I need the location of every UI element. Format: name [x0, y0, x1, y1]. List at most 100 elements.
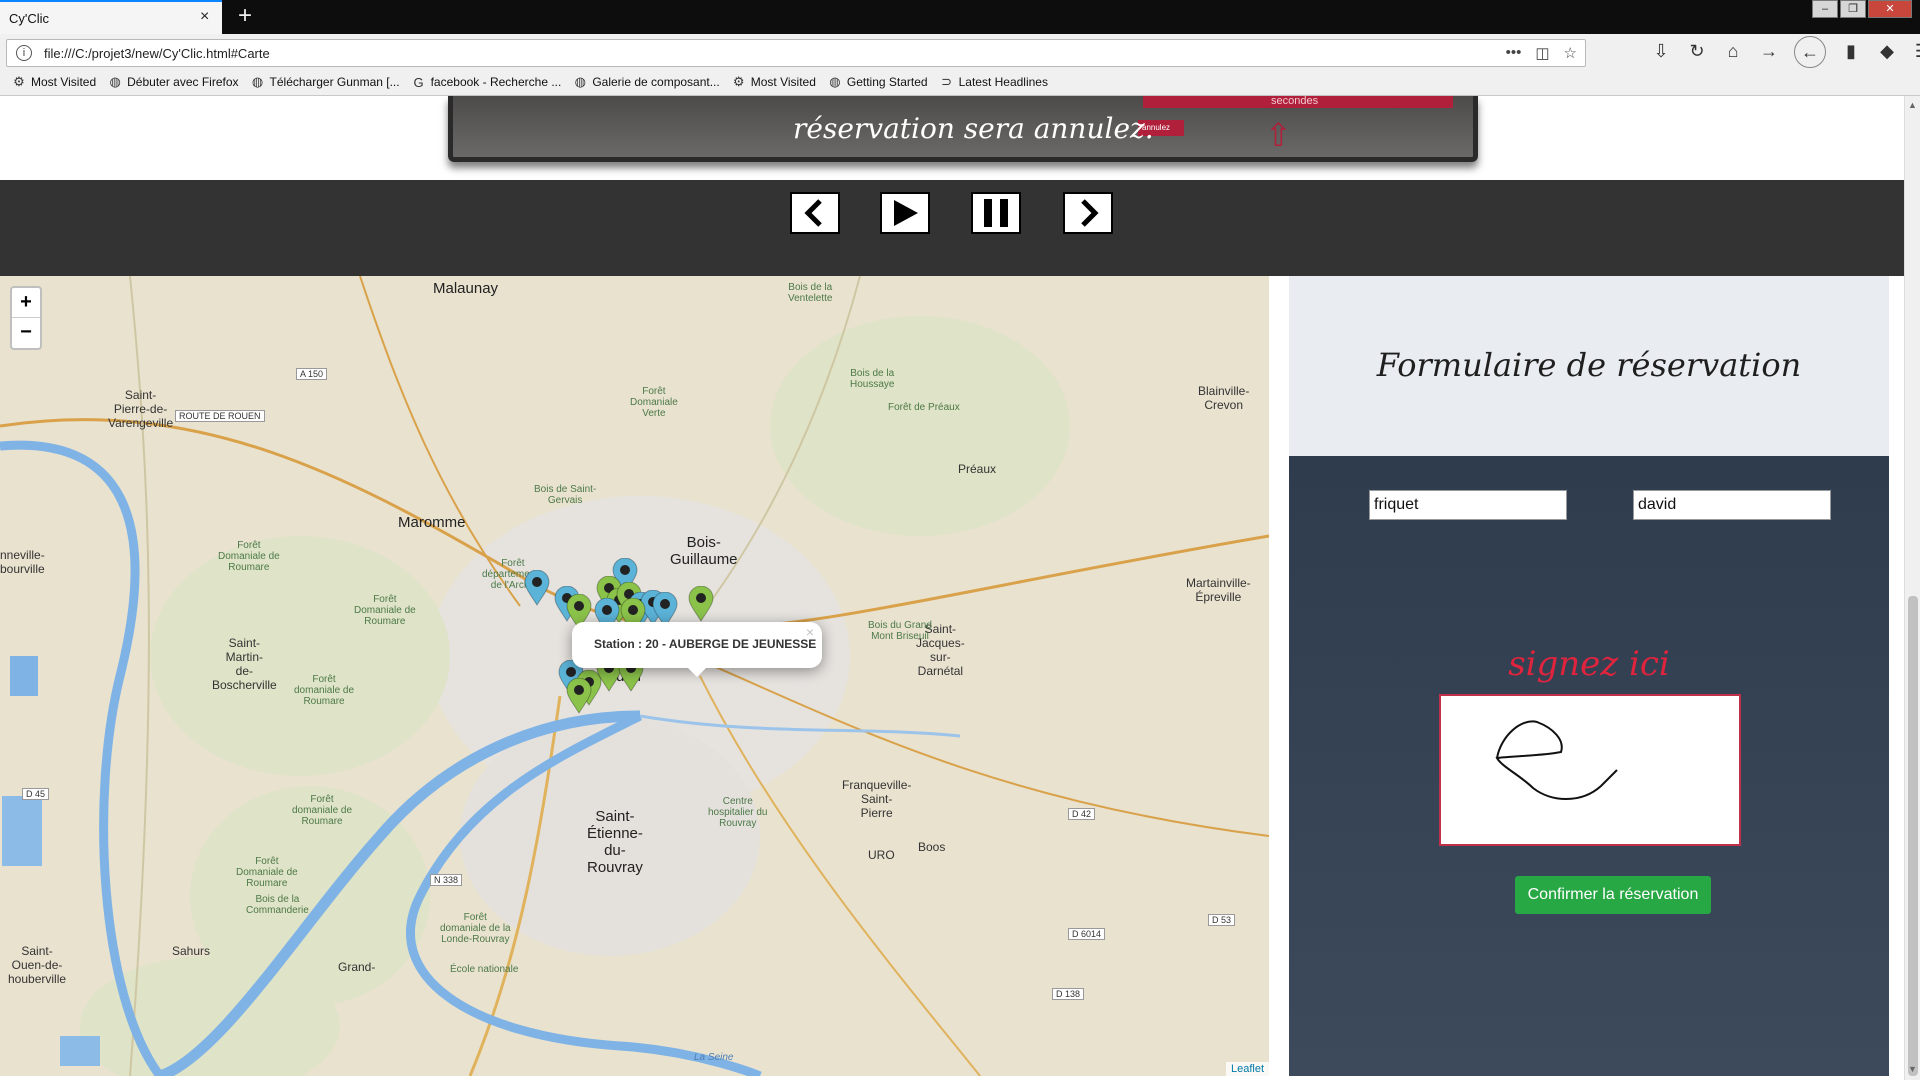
- globe-icon: ◍: [251, 74, 264, 89]
- restore-icon[interactable]: ❐: [1840, 0, 1866, 18]
- play-button[interactable]: [880, 192, 930, 234]
- extension-icon[interactable]: ▮: [1840, 41, 1862, 68]
- signature-label: signez ici: [1508, 644, 1670, 684]
- pocket-icon[interactable]: ◫: [1535, 44, 1549, 62]
- slideshow-controls: [0, 180, 1904, 276]
- navigation-bar: i file:///C:/projet3/new/Cy'Clic.html#Ca…: [0, 36, 1920, 70]
- page-actions-menu-icon[interactable]: •••: [1506, 44, 1522, 62]
- globe-icon: ◍: [574, 74, 586, 89]
- bookmark-item[interactable]: ◍ Galerie de composant...: [573, 74, 720, 90]
- reload-icon[interactable]: ↻: [1686, 41, 1708, 68]
- tab-title: Cy'Clic: [9, 11, 50, 26]
- pause-button[interactable]: [971, 192, 1021, 234]
- leaflet-attribution[interactable]: Leaflet: [1225, 1062, 1269, 1076]
- bookmark-label: Most Visited: [31, 75, 97, 89]
- bookmark-item[interactable]: ⊃ Latest Headlines: [940, 74, 1048, 90]
- scroll-thumb[interactable]: [1908, 596, 1918, 1076]
- road-label: D 6014: [1068, 928, 1106, 940]
- station-map[interactable]: + − Malaunay Maromme Bois- Guillaume Préaux…: [0, 276, 1269, 1076]
- url-bar[interactable]: i file:///C:/projet3/new/Cy'Clic.html#Ca…: [6, 39, 1586, 67]
- bookmark-star-icon[interactable]: ☆: [1564, 44, 1577, 62]
- station-marker-icon[interactable]: [566, 677, 592, 714]
- scroll-down-icon[interactable]: ▼: [1908, 1064, 1917, 1074]
- form-body: signez ici Confirmer la réservation: [1289, 456, 1889, 1076]
- back-icon[interactable]: ←: [1794, 36, 1826, 68]
- reservation-form: Formulaire de réservation signez ici Con…: [1269, 276, 1904, 1076]
- page-scrollbar[interactable]: ▲ ▼: [1904, 96, 1920, 1080]
- next-slide-button[interactable]: [1063, 192, 1113, 234]
- map-place-label: Sahurs: [172, 944, 211, 958]
- form-header: Formulaire de réservation: [1289, 276, 1889, 456]
- bookmark-item[interactable]: ⚙ Most Visited: [732, 74, 816, 90]
- bookmark-item[interactable]: ◍ Télécharger Gunman [...: [251, 74, 400, 90]
- map-place-label: Saint- Ouen-de- houberville: [8, 944, 67, 986]
- bookmark-item[interactable]: Gfacebook - Recherche ...: [412, 74, 562, 90]
- road-label: D 42: [1068, 808, 1096, 820]
- map-place-label: Blainville- Crevon: [1198, 384, 1250, 412]
- bookmark-label: Débuter avec Firefox: [127, 75, 239, 89]
- map-place-label: Martainville- Épreville: [1186, 576, 1251, 604]
- station-marker-icon[interactable]: [688, 585, 714, 622]
- bookmark-item[interactable]: ⚙ Most Visited: [12, 74, 96, 90]
- shield-icon[interactable]: ◆: [1876, 41, 1898, 68]
- map-place-label: Bois- Guillaume: [670, 534, 738, 568]
- info-icon[interactable]: i: [16, 45, 32, 61]
- map-place-label: Forêt domaniale de Roumare: [292, 794, 353, 827]
- map-place-label: Bois de la Ventelette: [788, 282, 833, 304]
- chevron-right-icon: [1081, 199, 1099, 227]
- road-label: N 338: [430, 874, 463, 886]
- station-popup: Station : 20 - AUBERGE DE JEUNESSE ×: [572, 622, 822, 677]
- url-actions: ••• ◫ ☆: [1506, 44, 1577, 62]
- minimize-icon[interactable]: –: [1812, 0, 1838, 18]
- gear-icon: ⚙: [732, 74, 745, 89]
- slide-warning-text: secondes: [1271, 96, 1319, 107]
- map-place-label: URO: [868, 848, 895, 862]
- map-place-label: Forêt domaniale de la Londe-Rouvray: [440, 912, 511, 945]
- map-place-label: Boos: [918, 840, 946, 854]
- toolbar-icons: ⇩ ↻ ⌂ → ← ▮ ◆ ☰: [1650, 36, 1920, 68]
- close-window-icon[interactable]: ✕: [1868, 0, 1912, 18]
- map-place-label: Centre hospitalier du Rouvray: [708, 796, 768, 829]
- library-icon[interactable]: ⇩: [1650, 41, 1672, 68]
- station-marker-icon[interactable]: [524, 569, 550, 606]
- bookmark-label: Getting Started: [846, 75, 928, 89]
- forward-icon[interactable]: →: [1758, 41, 1780, 68]
- map-place-label: Saint- Étienne- du- Rouvray: [587, 808, 643, 876]
- last-name-field[interactable]: [1369, 490, 1567, 520]
- bookmark-label: Latest Headlines: [958, 75, 1048, 89]
- signature-drawing: [1495, 720, 1618, 800]
- station-popup-text: Station : 20 - AUBERGE DE JEUNESSE: [594, 637, 817, 651]
- browser-chrome: Cy'Clic × + – ❐ ✕ i file:///C:/projet3/n…: [0, 0, 1920, 96]
- map-place-label: Bois du Grand Mont Briseuil: [868, 620, 932, 642]
- scroll-up-icon[interactable]: ▲: [1908, 100, 1917, 110]
- map-place-label: Forêt Domaniale de Roumare: [236, 856, 298, 889]
- url-text[interactable]: file:///C:/projet3/new/Cy'Clic.html#Cart…: [44, 46, 270, 61]
- popup-close-button[interactable]: ×: [806, 624, 814, 640]
- play-icon: [894, 200, 918, 226]
- close-tab-icon[interactable]: ×: [200, 8, 209, 26]
- bookmark-item[interactable]: ◍ Getting Started: [828, 74, 928, 90]
- signature-canvas[interactable]: [1439, 694, 1741, 846]
- tab-cyclic[interactable]: Cy'Clic ×: [0, 0, 222, 34]
- gear-icon: ⚙: [13, 74, 25, 89]
- up-arrow-icon: ⇧: [1265, 117, 1292, 153]
- map-place-label: Bois de la Commanderie: [246, 894, 309, 916]
- map-place-label: Franqueville- Saint- Pierre: [842, 778, 912, 820]
- confirm-reservation-button[interactable]: Confirmer la réservation: [1515, 876, 1711, 914]
- new-tab-button[interactable]: +: [230, 2, 260, 30]
- bookmark-item[interactable]: ◍ Débuter avec Firefox: [108, 74, 238, 90]
- zoom-in-button[interactable]: +: [12, 288, 40, 318]
- hamburger-menu-icon[interactable]: ☰: [1912, 41, 1920, 68]
- zoom-out-button[interactable]: −: [12, 318, 40, 348]
- map-place-label: Bois de la Houssaye: [850, 368, 895, 390]
- map-place-label: Maromme: [398, 514, 466, 531]
- road-label: D 45: [22, 788, 50, 800]
- map-place-label: Saint- Pierre-de- Varengeville: [108, 388, 174, 430]
- river-label: La Seine: [694, 1052, 734, 1063]
- slide-caption: réservation sera annulez.: [793, 112, 1154, 145]
- previous-slide-button[interactable]: [790, 192, 840, 234]
- map-place-label: Forêt Domaniale de Roumare: [218, 540, 280, 573]
- bookmarks-toolbar: ⚙ Most Visited ◍ Débuter avec Firefox ◍ Téléc…: [12, 74, 1048, 90]
- home-icon[interactable]: ⌂: [1722, 41, 1744, 68]
- first-name-field[interactable]: [1633, 490, 1831, 520]
